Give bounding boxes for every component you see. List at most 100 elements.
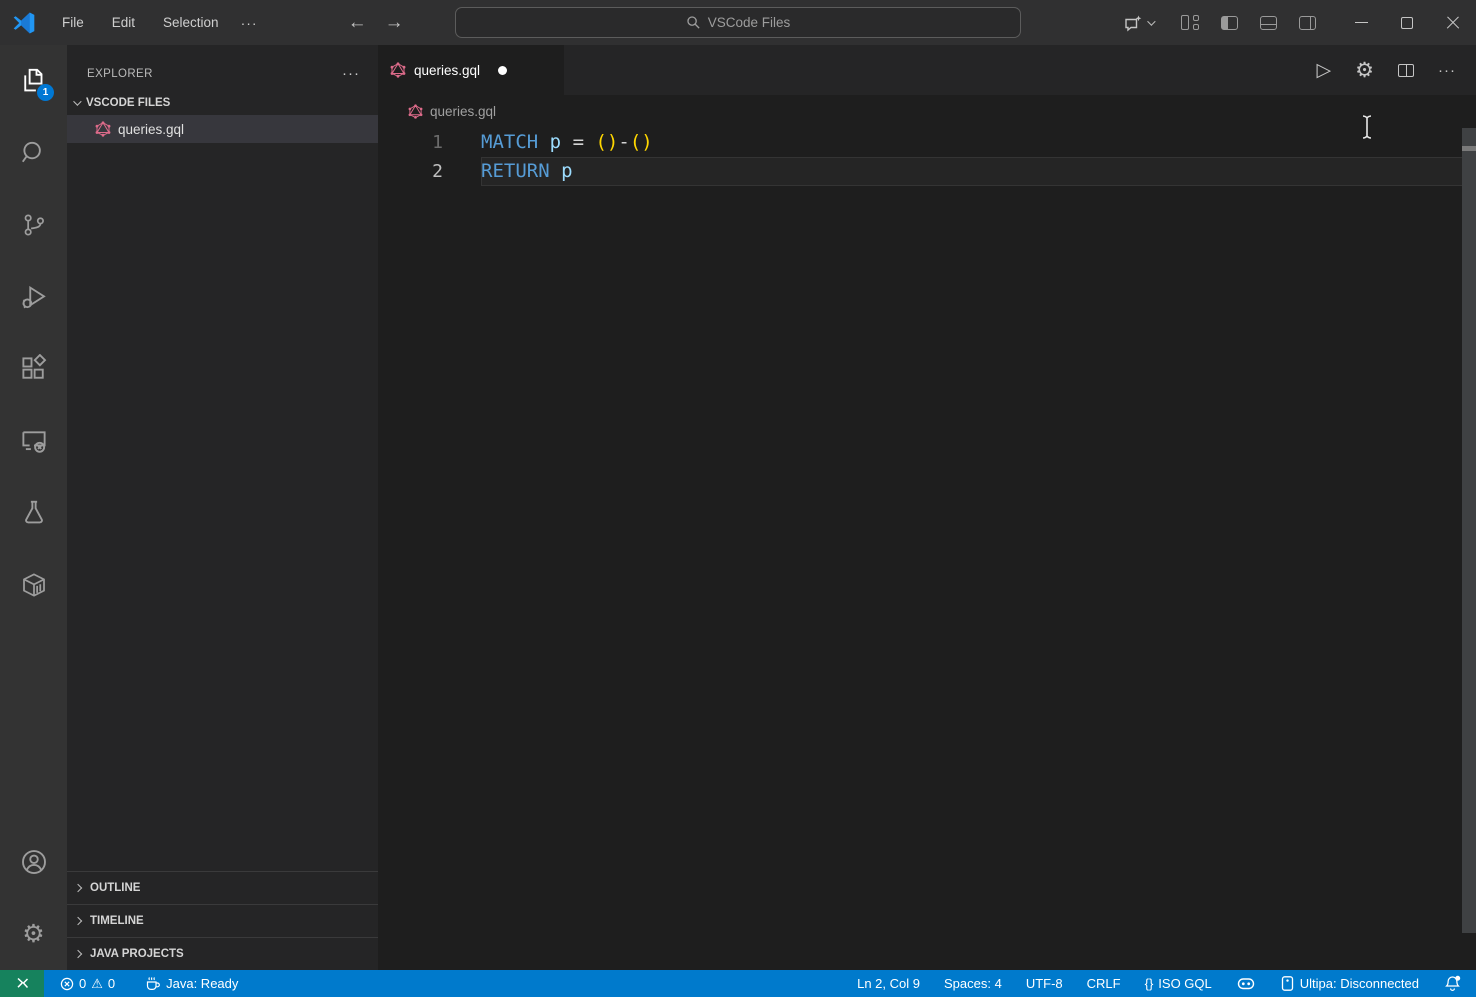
activity-testing-button[interactable] — [0, 477, 67, 549]
maximize-button[interactable] — [1384, 0, 1430, 45]
editor-scrollbar[interactable] — [1462, 128, 1476, 933]
menu-selection[interactable]: Selection — [151, 11, 231, 34]
java-status-button[interactable]: Java: Ready — [137, 970, 246, 997]
split-editor-button[interactable] — [1398, 64, 1414, 77]
sidebar-title: EXPLORER — [87, 68, 336, 80]
code-line-2[interactable]: 2RETURN p — [378, 157, 1476, 186]
activity-settings-button[interactable]: ⚙ — [0, 898, 67, 970]
minimize-icon — [1355, 22, 1368, 24]
graphql-file-icon — [390, 62, 406, 78]
editor-group: queries.gql ▷ ⚙ ··· queries.gql 1 MATCH p… — [378, 45, 1476, 970]
activity-containers-button[interactable] — [0, 549, 67, 621]
maximize-icon — [1401, 17, 1413, 29]
toggle-panel-button[interactable] — [1260, 16, 1277, 30]
editor-settings-button[interactable]: ⚙ — [1355, 58, 1374, 83]
activity-extensions-button[interactable] — [0, 333, 67, 405]
vscode-logo-icon — [12, 11, 36, 35]
graphql-file-icon — [408, 104, 423, 119]
unsaved-dot-icon[interactable] — [498, 66, 507, 75]
search-icon — [686, 15, 701, 30]
graphql-file-icon — [95, 121, 111, 137]
activity-account-button[interactable] — [0, 826, 67, 898]
cursor-position-button[interactable]: Ln 2, Col 9 — [849, 970, 928, 997]
encoding-button[interactable]: UTF-8 — [1018, 970, 1071, 997]
chevron-down-icon — [1147, 17, 1155, 25]
file-item-queries-gql[interactable]: queries.gql — [67, 115, 378, 143]
chevron-right-icon — [74, 884, 82, 892]
sidebar-panes: OUTLINE TIMELINE JAVA PROJECTS — [67, 871, 378, 970]
line-content: MATCH p = ()-() — [481, 128, 1476, 157]
container-cube-icon — [19, 570, 49, 600]
code-line-1[interactable]: 1 MATCH p = ()-() — [378, 128, 1476, 157]
activity-search-button[interactable] — [0, 117, 67, 189]
breadcrumb[interactable]: queries.gql — [378, 95, 1476, 128]
notification-dot-icon — [1455, 976, 1460, 981]
menu-edit[interactable]: Edit — [100, 11, 147, 34]
activity-remote-explorer-button[interactable] — [0, 405, 67, 477]
java-status-text: Java: Ready — [166, 976, 238, 991]
explorer-sidebar: EXPLORER ··· VSCODE FILES queries.gql OU… — [67, 45, 378, 970]
ultipa-status-button[interactable]: Ultipa: Disconnected — [1272, 970, 1427, 997]
section-vscode-files[interactable]: VSCODE FILES — [67, 91, 378, 115]
problems-button[interactable]: 0 ⚠ 0 — [52, 970, 123, 997]
testing-flask-icon — [19, 498, 49, 528]
search-icon — [19, 138, 49, 168]
tab-bar: queries.gql ▷ ⚙ ··· — [378, 45, 1476, 95]
source-control-icon — [20, 211, 48, 239]
panel-outline[interactable]: OUTLINE — [67, 871, 378, 904]
error-icon — [60, 977, 74, 991]
indentation-text: Spaces: 4 — [944, 976, 1002, 991]
remote-icon — [14, 976, 30, 991]
bell-icon — [1443, 974, 1462, 993]
tab-label: queries.gql — [414, 63, 480, 78]
activity-bar: 1 — [0, 45, 67, 970]
braces-icon: {} — [1145, 976, 1154, 991]
line-number: 1 — [378, 128, 443, 157]
coffee-cup-icon — [145, 976, 161, 991]
remote-indicator-button[interactable] — [0, 970, 44, 997]
copilot-status-button[interactable] — [1228, 970, 1264, 997]
activity-run-debug-button[interactable] — [0, 261, 67, 333]
panel-java-projects[interactable]: JAVA PROJECTS — [67, 937, 378, 970]
toggle-primary-sidebar-button[interactable] — [1221, 16, 1238, 30]
minimize-button[interactable] — [1338, 0, 1384, 45]
mouse-ibeam-cursor — [1360, 114, 1374, 140]
toggle-secondary-sidebar-button[interactable] — [1299, 16, 1316, 30]
activity-source-control-button[interactable] — [0, 189, 67, 261]
line-number: 2 — [378, 157, 443, 186]
nav-forward-icon[interactable]: → — [385, 12, 404, 34]
notifications-button[interactable] — [1435, 970, 1470, 997]
command-center-search[interactable]: VSCode Files — [455, 7, 1021, 38]
run-query-button[interactable]: ▷ — [1317, 59, 1332, 82]
run-debug-icon — [19, 282, 49, 312]
panel-timeline[interactable]: TIMELINE — [67, 904, 378, 937]
database-icon — [1280, 975, 1295, 992]
vscode-window: FileEditSelection ··· ← → VSCode Files — [0, 0, 1476, 997]
chevron-right-icon — [74, 917, 82, 925]
error-count: 0 — [79, 976, 86, 991]
account-icon — [19, 847, 49, 877]
breadcrumb-item[interactable]: queries.gql — [430, 104, 496, 119]
eol-button[interactable]: CRLF — [1079, 970, 1129, 997]
menu-bar: FileEditSelection — [50, 11, 231, 34]
panel-label: TIMELINE — [90, 915, 144, 927]
code-editor[interactable]: 1 MATCH p = ()-()2RETURN p — [378, 128, 1476, 970]
indentation-button[interactable]: Spaces: 4 — [936, 970, 1010, 997]
close-button[interactable] — [1430, 0, 1476, 45]
nav-back-icon[interactable]: ← — [348, 12, 367, 34]
chevron-down-icon — [73, 97, 81, 105]
copilot-menu-button[interactable] — [1123, 13, 1153, 33]
section-label: VSCODE FILES — [86, 97, 170, 109]
activity-explorer-button[interactable]: 1 — [0, 45, 67, 117]
menu-overflow[interactable]: ··· — [231, 11, 268, 35]
sidebar-more-actions-button[interactable]: ··· — [336, 63, 366, 84]
editor-more-actions-button[interactable]: ··· — [1438, 62, 1456, 79]
tab-queries-gql[interactable]: queries.gql — [378, 45, 564, 95]
remote-explorer-icon — [19, 426, 49, 456]
customize-layout-button[interactable] — [1181, 15, 1199, 30]
menu-file[interactable]: File — [50, 11, 96, 34]
encoding-text: UTF-8 — [1026, 976, 1063, 991]
language-text: ISO GQL — [1158, 976, 1211, 991]
language-mode-button[interactable]: {} ISO GQL — [1137, 970, 1220, 997]
copilot-icon — [1123, 13, 1143, 33]
